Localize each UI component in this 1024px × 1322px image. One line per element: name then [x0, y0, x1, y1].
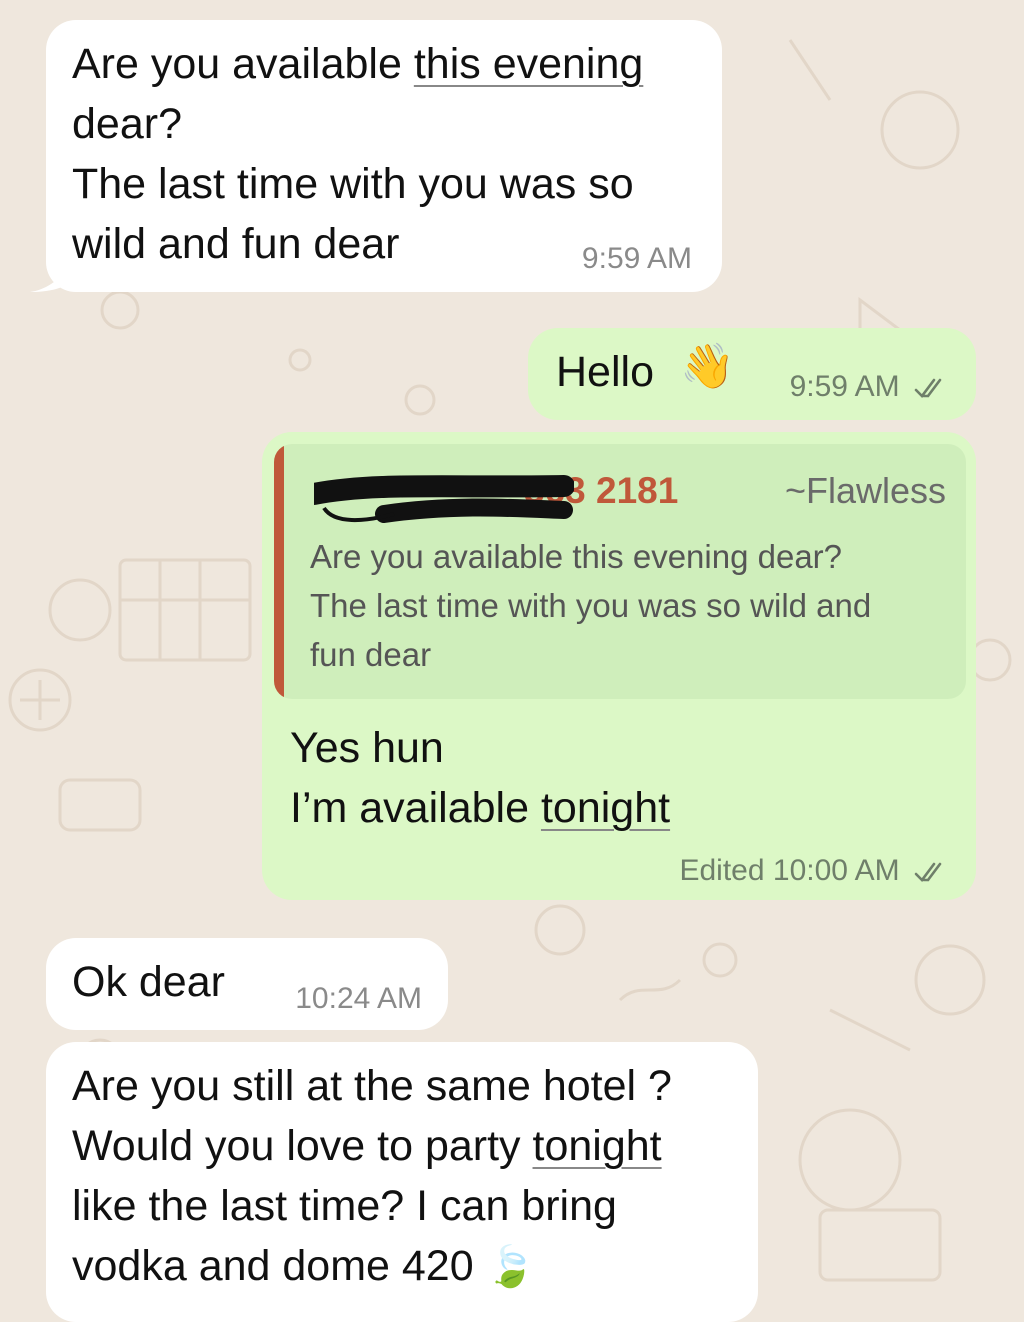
- leaf-emoji: 🍃: [485, 1245, 536, 1289]
- outgoing-reply-bubble[interactable]: 363 2181 ~Flawless Are you available thi…: [262, 432, 976, 900]
- message-text-line: wild and fun dear: [72, 220, 400, 268]
- message-timestamp: Edited 10:00 AM: [679, 854, 950, 888]
- message-text-line: Yes hun: [290, 724, 444, 772]
- quote-accent-bar: [274, 444, 284, 699]
- waving-hand-emoji: 👋: [680, 342, 735, 391]
- message-text-line: dear?: [72, 100, 182, 148]
- message-text-line: I’m available tonight: [290, 784, 671, 832]
- message-text-line: like the last time? I can bring: [72, 1182, 617, 1230]
- redaction-scribble: [314, 475, 574, 523]
- quoted-text-line: Are you available this evening dear?: [310, 538, 843, 575]
- quoted-message[interactable]: 363 2181 ~Flawless Are you available thi…: [274, 444, 966, 699]
- underlined-phrase-link[interactable]: this evening: [414, 40, 644, 88]
- message-text: Hello: [556, 348, 654, 396]
- message-timestamp: 9:59 AM: [581, 242, 692, 275]
- message-text-line: Would you love to party tonight: [72, 1122, 662, 1170]
- quoted-sender-alias: ~Flawless: [784, 470, 946, 511]
- quoted-text-line: The last time with you was so wild and: [310, 587, 872, 624]
- message-timestamp: 9:59 AM: [790, 370, 950, 404]
- message-text-line: Are you available this evening: [72, 40, 644, 88]
- underlined-phrase-link[interactable]: tonight: [541, 784, 670, 832]
- incoming-message-bubble[interactable]: Are you available this evening dear? The…: [46, 20, 722, 292]
- outgoing-message-bubble[interactable]: Hello 👋 9:59 AM: [528, 328, 976, 420]
- message-text: Ok dear: [72, 958, 225, 1006]
- message-text-line: Are you still at the same hotel ?: [72, 1062, 672, 1110]
- incoming-message-bubble[interactable]: Ok dear 10:24 AM: [46, 938, 448, 1030]
- message-text-line: The last time with you was so: [72, 160, 634, 208]
- message-text-line: vodka and dome 420 🍃: [72, 1242, 536, 1290]
- bubble-tail: [30, 262, 70, 292]
- double-check-read-icon: [914, 862, 942, 883]
- double-check-read-icon: [914, 378, 942, 399]
- quoted-text-line: fun dear: [310, 636, 432, 673]
- incoming-message-bubble[interactable]: Are you still at the same hotel ? Would …: [46, 1042, 758, 1322]
- underlined-phrase-link[interactable]: tonight: [533, 1122, 662, 1170]
- edited-label: Edited: [679, 854, 765, 887]
- message-timestamp: 10:24 AM: [295, 982, 422, 1015]
